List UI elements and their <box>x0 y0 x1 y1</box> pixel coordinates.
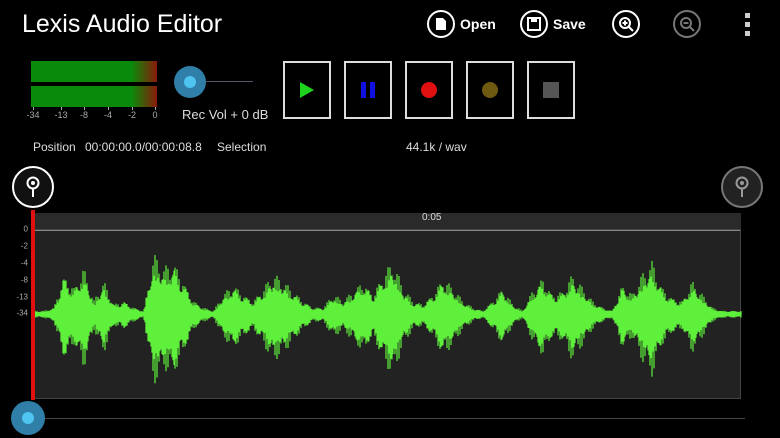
meter-tick-label: -34 <box>26 110 40 120</box>
db-label: -8 <box>20 275 28 285</box>
selection-end-marker[interactable] <box>721 166 763 208</box>
waveform <box>34 255 742 384</box>
db-label: -34 <box>16 308 28 318</box>
save-button[interactable]: Save <box>520 10 586 38</box>
waveform-view[interactable] <box>33 229 742 399</box>
level-meter-right <box>31 86 157 107</box>
meter-tick-label: -4 <box>103 110 113 120</box>
db-label: -13 <box>16 292 28 302</box>
position-value: 00:00:00.0/00:00:08.8 <box>85 140 202 154</box>
position-label: Position <box>33 140 76 154</box>
record-button[interactable] <box>405 61 453 119</box>
stop-icon <box>543 82 559 98</box>
pause-button[interactable] <box>344 61 392 119</box>
playback-seek-track[interactable] <box>40 418 745 419</box>
db-label: -4 <box>20 258 28 268</box>
rec-volume-slider-handle[interactable] <box>174 66 206 98</box>
pause-icon <box>361 82 375 98</box>
timeline-ruler[interactable] <box>33 213 741 229</box>
audio-format: 44.1k / wav <box>406 140 467 154</box>
zoom-out-button[interactable] <box>673 10 701 38</box>
app-title: Lexis Audio Editor <box>22 10 223 38</box>
meter-tick-label: -8 <box>79 110 89 120</box>
more-vert-icon <box>745 13 750 36</box>
meter-tick-label: -13 <box>54 110 68 120</box>
open-button[interactable]: Open <box>427 10 496 38</box>
record-icon <box>421 82 437 98</box>
record-pause-icon <box>482 82 498 98</box>
rec-volume-label: Rec Vol + 0 dB <box>182 107 269 122</box>
save-label: Save <box>553 16 586 32</box>
open-label: Open <box>460 16 496 32</box>
level-meter-left <box>31 61 157 82</box>
open-file-icon <box>427 10 455 38</box>
zoom-out-icon <box>680 17 695 32</box>
record-pause-button[interactable] <box>466 61 514 119</box>
selection-label: Selection <box>217 140 267 154</box>
map-pin-icon <box>26 176 40 197</box>
play-icon <box>300 82 314 98</box>
meter-tick-label: 0 <box>152 110 158 120</box>
map-pin-icon <box>735 176 749 197</box>
selection-start-marker[interactable] <box>12 166 54 208</box>
playhead[interactable] <box>31 210 35 400</box>
play-button[interactable] <box>283 61 331 119</box>
zoom-in-button[interactable] <box>612 10 640 38</box>
db-label: -2 <box>20 241 28 251</box>
zoom-in-icon <box>619 17 634 32</box>
more-menu-button[interactable] <box>744 12 752 43</box>
meter-tick-label: -2 <box>127 110 137 120</box>
timeline-marker-label: 0:05 <box>422 212 442 223</box>
waveform-path <box>34 255 742 384</box>
db-label: 0 <box>23 224 28 234</box>
playback-seek-handle[interactable] <box>11 401 45 435</box>
save-icon <box>520 10 548 38</box>
stop-button[interactable] <box>527 61 575 119</box>
